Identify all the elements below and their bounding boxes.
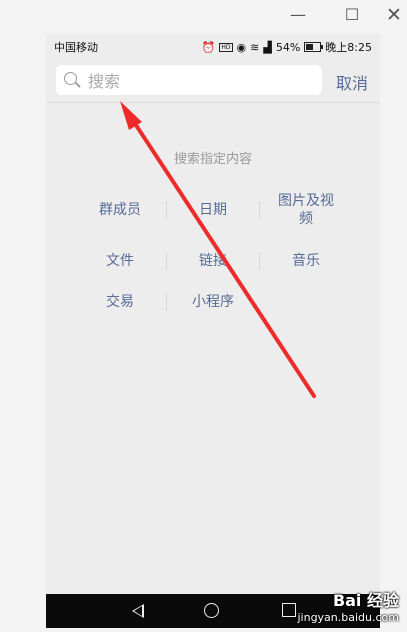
header-divider: [46, 102, 380, 103]
maximize-icon[interactable]: ☐: [339, 4, 365, 26]
category-media[interactable]: 图片及视 频: [260, 192, 352, 228]
phone-screen: 中国移动 ⏰ HD ◉ ≋ ▟ 54% 晚上8:25 取消 搜索指定内容 群成员…: [46, 34, 380, 628]
category-members[interactable]: 群成员: [74, 201, 166, 219]
home-icon[interactable]: [204, 603, 219, 618]
minimize-icon[interactable]: —: [285, 4, 311, 26]
status-bar: 中国移动 ⏰ HD ◉ ≋ ▟ 54% 晚上8:25: [46, 34, 380, 58]
category-links[interactable]: 链接: [167, 252, 259, 270]
category-miniprograms[interactable]: 小程序: [167, 293, 259, 311]
category-transactions[interactable]: 交易: [74, 293, 166, 311]
watermark-logo: Bai 经验: [332, 591, 399, 610]
battery-percent: 54%: [275, 40, 301, 54]
signal-icon: ▟: [263, 40, 272, 54]
wifi-icon: ≋: [250, 40, 260, 54]
search-icon: [64, 72, 77, 85]
battery-icon: [304, 42, 324, 52]
clock: 晚上8:25: [325, 41, 372, 54]
search-input[interactable]: [86, 69, 316, 93]
category-music[interactable]: 音乐: [260, 252, 352, 270]
cancel-button[interactable]: 取消: [336, 70, 368, 94]
category-date[interactable]: 日期: [167, 201, 259, 219]
hd-icon: HD: [219, 42, 233, 52]
alarm-icon: ⏰: [201, 40, 216, 54]
watermark-url: jingyan.baidu.com: [297, 611, 399, 624]
back-icon[interactable]: [132, 604, 144, 618]
recent-apps-icon[interactable]: [282, 603, 296, 617]
search-bar: 取消: [46, 60, 380, 104]
search-hint: 搜索指定内容: [173, 152, 252, 167]
watermark: Bai 经验 jingyan.baidu.com: [297, 587, 399, 624]
search-box[interactable]: [56, 65, 322, 95]
window-controls: — ☐ ✕: [287, 0, 407, 32]
battery-fill: [306, 44, 314, 50]
carrier-label: 中国移动: [54, 41, 98, 54]
eye-icon: ◉: [236, 40, 247, 54]
status-icons: ⏰ HD ◉ ≋ ▟ 54% 晚上8:25: [202, 39, 372, 55]
close-icon[interactable]: ✕: [381, 4, 407, 26]
category-files[interactable]: 文件: [74, 252, 166, 270]
